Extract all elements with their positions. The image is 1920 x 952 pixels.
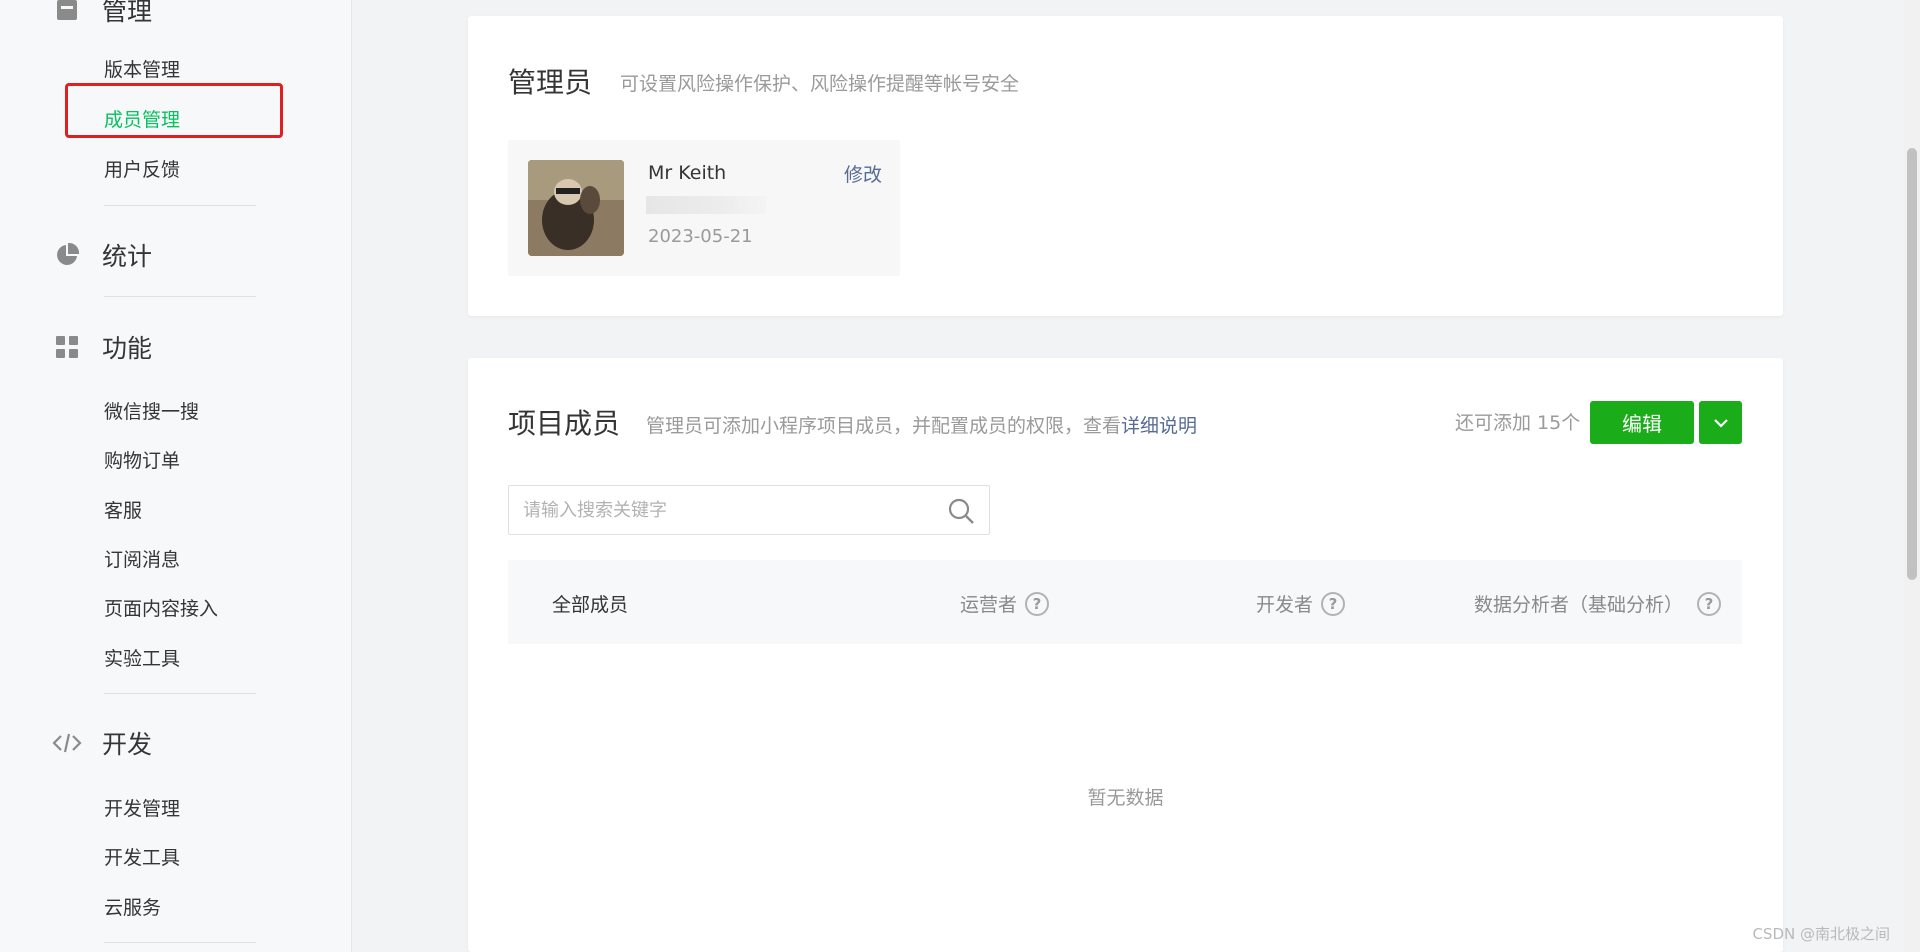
edit-button[interactable]: 编辑 <box>1590 401 1694 444</box>
scrollbar[interactable] <box>1904 0 1920 952</box>
members-desc-text: 管理员可添加小程序项目成员，并配置成员的权限，查看 <box>646 415 1122 437</box>
members-title: 项目成员 <box>508 407 621 440</box>
admin-title: 管理员 <box>508 66 593 99</box>
redacted-id <box>646 196 766 214</box>
grid-icon <box>52 332 82 362</box>
sidebar-divider <box>104 942 256 943</box>
admin-profile: Mr Keith 2023-05-21 修改 <box>508 140 900 276</box>
sidebar: 管理 版本管理 成员管理 用户反馈 统计 功能 微信搜一搜 购物订单 客服 订阅… <box>0 0 352 952</box>
help-icon[interactable]: ? <box>1321 591 1346 616</box>
manage-icon <box>52 0 82 25</box>
sidebar-section-stats[interactable]: 统计 <box>52 237 152 273</box>
search-icon[interactable] <box>947 497 975 525</box>
sidebar-item-dev-tools[interactable]: 开发工具 <box>104 846 180 870</box>
sidebar-item-service[interactable]: 客服 <box>104 499 142 523</box>
sidebar-section-manage[interactable]: 管理 <box>52 0 152 28</box>
sidebar-divider <box>104 296 256 297</box>
column-label: 全部成员 <box>552 594 629 616</box>
sidebar-item-version[interactable]: 版本管理 <box>104 58 180 82</box>
detail-link[interactable]: 详细说明 <box>1121 415 1197 437</box>
empty-state: 暂无数据 <box>1087 787 1164 809</box>
tab-all-members[interactable]: 全部成员 <box>552 590 628 617</box>
sidebar-item-orders[interactable]: 购物订单 <box>104 449 180 473</box>
sidebar-item-page-content[interactable]: 页面内容接入 <box>104 597 218 621</box>
chevron-down-icon <box>1713 413 1729 432</box>
sidebar-item-dev-manage[interactable]: 开发管理 <box>104 797 180 821</box>
column-developer[interactable]: 开发者 ? <box>1256 590 1346 617</box>
members-card: 项目成员 管理员可添加小程序项目成员，并配置成员的权限，查看详细说明 还可添加 … <box>468 358 1783 952</box>
admin-edit-link[interactable]: 修改 <box>844 160 882 187</box>
admin-name: Mr Keith <box>648 162 727 184</box>
sidebar-section-title: 开发 <box>102 730 153 759</box>
scrollbar-thumb[interactable] <box>1907 148 1917 580</box>
code-icon <box>52 728 82 758</box>
sidebar-item-experiment[interactable]: 实验工具 <box>104 647 180 671</box>
table-header: 全部成员 运营者 ? 开发者 ? 数据分析者（基础分析） ? <box>508 560 1742 644</box>
column-label: 运营者 <box>960 594 1018 616</box>
sidebar-item-wechat-search[interactable]: 微信搜一搜 <box>104 400 199 424</box>
column-data-analyst[interactable]: 数据分析者（基础分析） ? <box>1474 590 1722 617</box>
highlight-box <box>65 83 283 138</box>
members-desc: 管理员可添加小程序项目成员，并配置成员的权限，查看详细说明 <box>646 411 1197 438</box>
edit-dropdown-button[interactable] <box>1699 401 1742 444</box>
avatar <box>528 160 624 256</box>
sidebar-section-title: 管理 <box>102 0 153 26</box>
watermark: CSDN @南北极之间 <box>1752 925 1890 943</box>
sidebar-item-feedback[interactable]: 用户反馈 <box>104 158 180 182</box>
quota-text: 还可添加 15个 <box>1455 412 1581 434</box>
column-label: 开发者 <box>1256 594 1314 616</box>
pie-chart-icon <box>52 240 82 270</box>
column-label: 数据分析者（基础分析） <box>1474 594 1684 616</box>
sidebar-divider <box>104 693 256 694</box>
help-icon[interactable]: ? <box>1025 591 1050 616</box>
sidebar-section-develop[interactable]: 开发 <box>52 725 152 761</box>
sidebar-section-features[interactable]: 功能 <box>52 329 152 365</box>
admin-desc: 可设置风险操作保护、风险操作提醒等帐号安全 <box>620 73 1020 95</box>
sidebar-item-subscribe[interactable]: 订阅消息 <box>104 548 180 572</box>
sidebar-section-title: 统计 <box>102 242 153 271</box>
search-input[interactable] <box>523 486 943 534</box>
admin-card: 管理员 可设置风险操作保护、风险操作提醒等帐号安全 Mr Keith 2023-… <box>468 16 1783 316</box>
sidebar-item-cloud[interactable]: 云服务 <box>104 896 161 920</box>
column-operator[interactable]: 运营者 ? <box>960 590 1050 617</box>
admin-date: 2023-05-21 <box>648 226 753 247</box>
help-icon[interactable]: ? <box>1697 591 1722 616</box>
sidebar-divider <box>104 205 256 206</box>
sidebar-section-title: 功能 <box>102 334 153 363</box>
search-box <box>508 485 990 535</box>
